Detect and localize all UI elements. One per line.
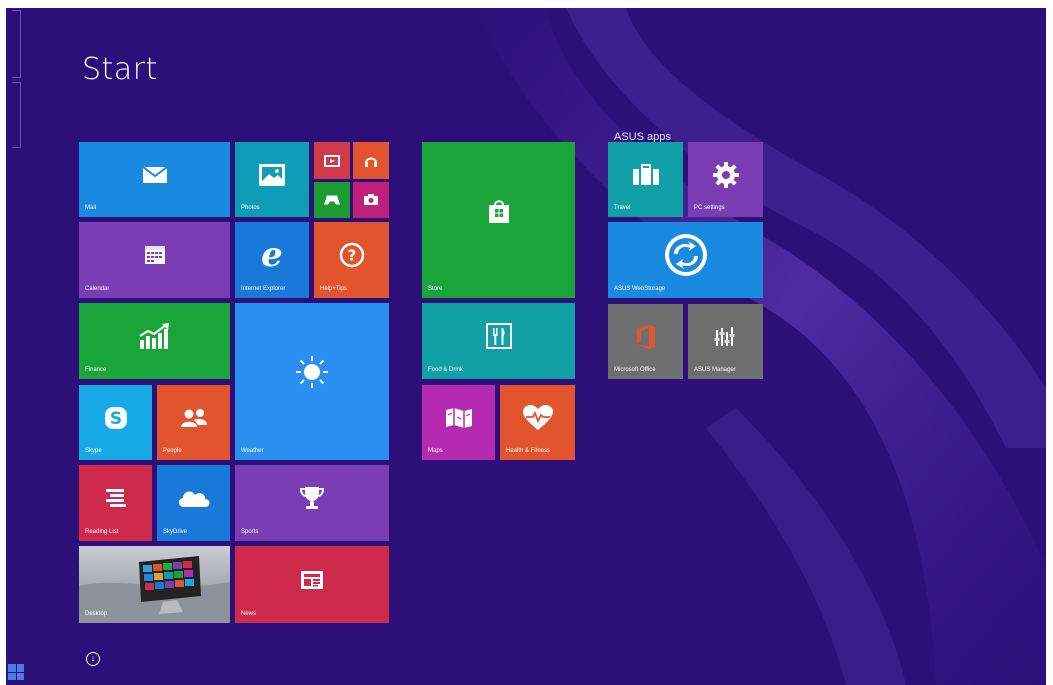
all-apps-arrow-icon[interactable]: ↓ <box>86 652 100 666</box>
tile-label: Skype <box>85 448 102 454</box>
svg-text:?: ? <box>347 247 356 265</box>
ie-icon: e <box>261 235 283 276</box>
tile-asus-webstorage[interactable]: ASUS WebStorage <box>608 222 763 298</box>
tile-label: Food & Drink <box>428 367 464 373</box>
tile-maps[interactable]: Maps <box>422 385 495 460</box>
tile-pc-settings[interactable]: PC settings <box>688 142 763 217</box>
tile-news[interactable]: News <box>235 546 389 623</box>
tile-label: Health & Fitness <box>506 448 551 454</box>
heart-icon <box>522 405 553 431</box>
tile-travel[interactable]: Travel <box>608 142 683 217</box>
gear-icon <box>712 161 740 189</box>
tile-camera[interactable] <box>353 182 389 218</box>
tile-games[interactable] <box>314 182 350 218</box>
store-icon <box>487 198 511 224</box>
calendar-icon <box>144 245 166 265</box>
help-icon: ? <box>339 242 365 268</box>
finance-icon <box>138 322 172 350</box>
tile-food-drink[interactable]: Food & Drink <box>422 303 575 379</box>
tile-label: News <box>241 611 257 617</box>
svg-text:S: S <box>109 409 121 429</box>
charms-edge-top <box>12 10 21 78</box>
start-title: Start <box>82 52 158 87</box>
tile-internet-explorer[interactable]: e Internet Explorer <box>235 222 309 298</box>
tile-label: ASUS Manager <box>694 367 736 373</box>
tile-label: People <box>163 448 182 454</box>
tile-label: Help+Tips <box>320 286 347 292</box>
sync-icon <box>663 232 709 278</box>
tile-people[interactable]: People <box>157 385 230 460</box>
skype-icon: S <box>104 406 128 430</box>
tile-label: Calendar <box>85 286 110 292</box>
trophy-icon <box>299 485 325 511</box>
tile-mail[interactable]: Mail <box>79 142 230 217</box>
tile-label: Maps <box>428 448 443 454</box>
photos-icon <box>258 163 286 187</box>
reading-list-icon <box>104 487 128 509</box>
tile-photos[interactable]: Photos <box>235 142 309 217</box>
mail-icon <box>141 166 168 184</box>
cloud-icon <box>176 487 212 509</box>
tile-sports[interactable]: Sports <box>235 465 389 541</box>
tile-asus-manager[interactable]: ASUS Manager <box>688 304 763 379</box>
food-icon <box>485 323 512 350</box>
tile-skype[interactable]: S Skype <box>79 385 152 460</box>
tile-weather[interactable]: Weather <box>235 303 389 460</box>
tile-calendar[interactable]: Calendar <box>79 222 230 298</box>
tile-label: SkyDrive <box>163 529 188 535</box>
sun-icon <box>294 354 330 390</box>
tile-label: Finance <box>85 367 107 373</box>
tile-reading-list[interactable]: Reading List <box>79 465 152 541</box>
tile-label: Mail <box>85 205 97 211</box>
windows-logo-icon[interactable] <box>8 664 24 680</box>
tile-finance[interactable]: Finance <box>79 303 230 379</box>
suitcase-icon <box>632 164 660 186</box>
headphones-icon <box>364 154 378 168</box>
tile-music[interactable] <box>353 142 389 179</box>
tile-skydrive[interactable]: SkyDrive <box>157 465 230 541</box>
tile-health-fitness[interactable]: Health & Fitness <box>500 385 575 460</box>
tile-label: Internet Explorer <box>241 286 286 292</box>
tile-label: Desktop <box>85 611 108 617</box>
charms-edge-bottom <box>12 82 21 148</box>
tile-help-tips[interactable]: ? Help+Tips <box>314 222 389 298</box>
tile-label: Photos <box>241 205 260 211</box>
video-icon <box>324 154 340 167</box>
office-icon <box>636 325 656 349</box>
gamepad-icon <box>324 195 340 206</box>
tile-desktop[interactable]: Desktop <box>79 546 230 623</box>
start-screen: Start ASUS apps Mail Photos Calendar e I… <box>6 8 1046 685</box>
camera-icon <box>363 194 379 206</box>
tile-label: Reading List <box>85 529 119 535</box>
asus-manager-icon <box>714 326 738 348</box>
maps-icon <box>445 407 473 429</box>
tile-label: Microsoft Office <box>614 367 656 373</box>
tile-label: Travel <box>614 205 631 211</box>
tile-label: ASUS WebStorage <box>614 286 666 292</box>
tile-store[interactable]: Store <box>422 142 575 298</box>
tile-video[interactable] <box>314 142 350 179</box>
tile-label: Sports <box>241 529 259 535</box>
news-icon <box>300 570 324 590</box>
people-icon <box>180 408 208 428</box>
tile-microsoft-office[interactable]: Microsoft Office <box>608 304 683 379</box>
tile-label: Weather <box>241 448 264 454</box>
tile-label: Store <box>428 286 443 292</box>
tile-label: PC settings <box>694 205 725 211</box>
